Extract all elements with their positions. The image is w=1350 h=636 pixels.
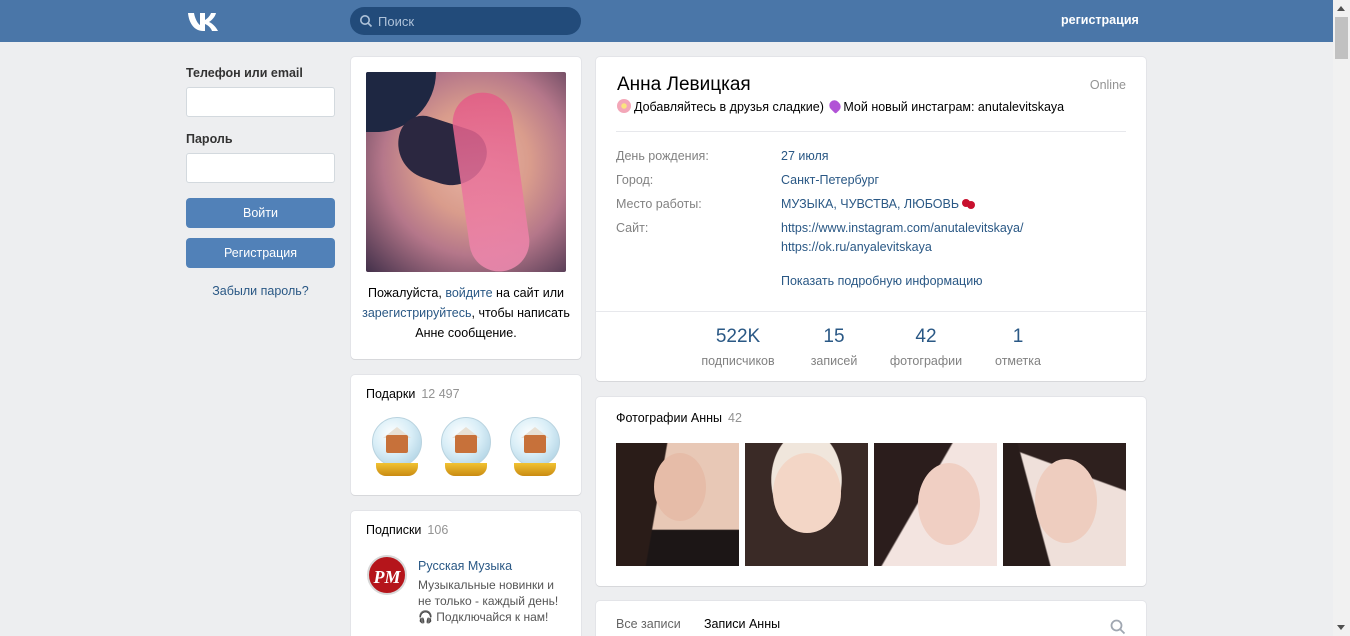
wall-search-icon[interactable] — [1110, 619, 1126, 635]
login-form: Телефон или email Пароль Войти Регистрац… — [186, 66, 335, 298]
profile-photo[interactable] — [366, 72, 566, 272]
gift-snow-globe-icon[interactable] — [504, 415, 566, 479]
hint-text: Пожалуйста, — [367, 286, 446, 300]
search-input[interactable] — [378, 7, 573, 35]
photo-thumbnail[interactable] — [874, 443, 997, 566]
profile-card: Анна Левицкая Online Добавляйтесь в друз… — [596, 57, 1146, 381]
divider — [596, 311, 1146, 312]
counter-label: записей — [810, 354, 858, 368]
scroll-up-arrow-icon[interactable] — [1337, 6, 1345, 11]
counter-posts[interactable]: 15 записей — [804, 325, 864, 368]
vk-logo-icon[interactable] — [186, 10, 220, 32]
desc-line: Подключайся к нам! — [436, 610, 549, 624]
hint-login-link[interactable]: войдите — [445, 286, 492, 300]
show-more-info-link[interactable]: Показать подробную информацию — [781, 274, 983, 288]
scroll-down-arrow-icon[interactable] — [1337, 625, 1345, 630]
desc-line: Музыкальные новинки и — [418, 578, 554, 592]
info-key: Город: — [616, 173, 654, 187]
top-bar: регистрация — [0, 0, 1333, 42]
login-button[interactable]: Войти — [186, 198, 335, 228]
password-field[interactable] — [186, 153, 335, 183]
community-avatar[interactable]: PM — [367, 555, 407, 595]
counter-photos[interactable]: 42 фотографии — [886, 325, 966, 368]
gifts-card: Подарки 12 497 — [351, 375, 581, 495]
purple-heart-emoji-icon — [827, 98, 844, 114]
gifts-count: 12 497 — [421, 387, 460, 401]
gift-snow-globe-icon[interactable] — [435, 415, 497, 479]
photo-thumbnail[interactable] — [745, 443, 868, 566]
online-status: Online — [1089, 78, 1126, 92]
phone-email-field[interactable] — [186, 87, 335, 117]
status-text: Добавляйтесь в друзья сладкие) — [634, 100, 824, 114]
info-value-link[interactable]: 27 июля — [781, 149, 829, 163]
status-text-tail: Мой новый инстаграм: anutalevitskaya — [843, 100, 1065, 114]
flower-emoji-icon — [617, 99, 631, 113]
counter-number: 42 — [915, 326, 937, 347]
counter-number: 1 — [1012, 326, 1024, 347]
scrollbar-thumb[interactable] — [1335, 17, 1348, 59]
hint-register-link[interactable]: зарегистрируйтесь — [362, 306, 471, 320]
page-scrollbar[interactable] — [1333, 0, 1350, 636]
photos-title-text: Фотографии Анны — [616, 411, 723, 425]
subscriptions-title-text: Подписки — [366, 523, 422, 537]
forgot-password-link[interactable]: Забыли пароль? — [186, 284, 335, 298]
counter-followers[interactable]: 522K подписчиков — [698, 325, 778, 368]
gift-snow-globe-icon[interactable] — [366, 415, 428, 479]
phone-label: Телефон или email — [186, 66, 303, 80]
photos-count: 42 — [728, 411, 742, 425]
photos-title[interactable]: Фотографии Анны 42 — [616, 411, 742, 425]
subscriptions-count: 106 — [427, 523, 449, 537]
counter-label: фотографии — [889, 354, 963, 368]
wall-card: Все записи Записи Анны — [596, 601, 1146, 636]
counter-label: отметка — [995, 354, 1041, 368]
info-value-link[interactable]: Санкт-Петербург — [781, 173, 879, 187]
photo-thumbnail[interactable] — [616, 443, 739, 566]
header-register-link[interactable]: регистрация — [1061, 13, 1139, 27]
info-key: Место работы: — [616, 197, 702, 211]
site-link-ok[interactable]: https://ok.ru/anyalevitskaya — [781, 240, 932, 254]
gifts-title-text: Подарки — [366, 387, 416, 401]
info-value-link[interactable]: МУЗЫКА, ЧУВСТВА, ЛЮБОВЬ — [781, 197, 976, 211]
search-icon — [360, 15, 373, 28]
message-hint: Пожалуйста, войдите на сайт или зарегист… — [361, 283, 571, 343]
info-key: Сайт: — [616, 221, 649, 235]
headphones-icon: 🎧 — [418, 610, 433, 624]
counter-number: 522K — [715, 326, 761, 347]
hearts-emoji-icon — [962, 199, 976, 209]
profile-status: Добавляйтесь в друзья сладкие) Мой новый… — [617, 98, 1065, 114]
community-description: Музыкальные новинки и не только - каждый… — [418, 577, 568, 625]
photo-thumbnail[interactable] — [1003, 443, 1126, 566]
register-button[interactable]: Регистрация — [186, 238, 335, 268]
counter-number: 15 — [823, 326, 845, 347]
search-box[interactable] — [350, 7, 581, 35]
divider — [616, 131, 1126, 132]
counter-tags[interactable]: 1 отметка — [988, 325, 1048, 368]
hint-text: на сайт или — [492, 286, 565, 300]
avatar-card: Пожалуйста, войдите на сайт или зарегист… — [351, 57, 581, 359]
info-value-text: МУЗЫКА, ЧУВСТВА, ЛЮБОВЬ — [781, 197, 960, 211]
password-label: Пароль — [186, 132, 233, 146]
photos-card: Фотографии Анны 42 — [596, 397, 1146, 586]
subscriptions-title[interactable]: Подписки 106 — [366, 523, 448, 537]
site-link-instagram[interactable]: https://www.instagram.com/anutalevitskay… — [781, 221, 1023, 235]
counter-label: подписчиков — [701, 354, 775, 368]
tab-all-posts[interactable]: Все записи — [616, 617, 681, 631]
subscriptions-card: Подписки 106 PM Русская Музыка Музыкальны… — [351, 511, 581, 636]
gifts-title[interactable]: Подарки 12 497 — [366, 387, 460, 401]
profile-name: Анна Левицкая — [617, 74, 751, 95]
info-key: День рождения: — [616, 149, 709, 163]
community-name-link[interactable]: Русская Музыка — [418, 559, 512, 573]
tab-own-posts[interactable]: Записи Анны — [704, 617, 780, 631]
desc-line: не только - каждый день! — [418, 594, 559, 608]
